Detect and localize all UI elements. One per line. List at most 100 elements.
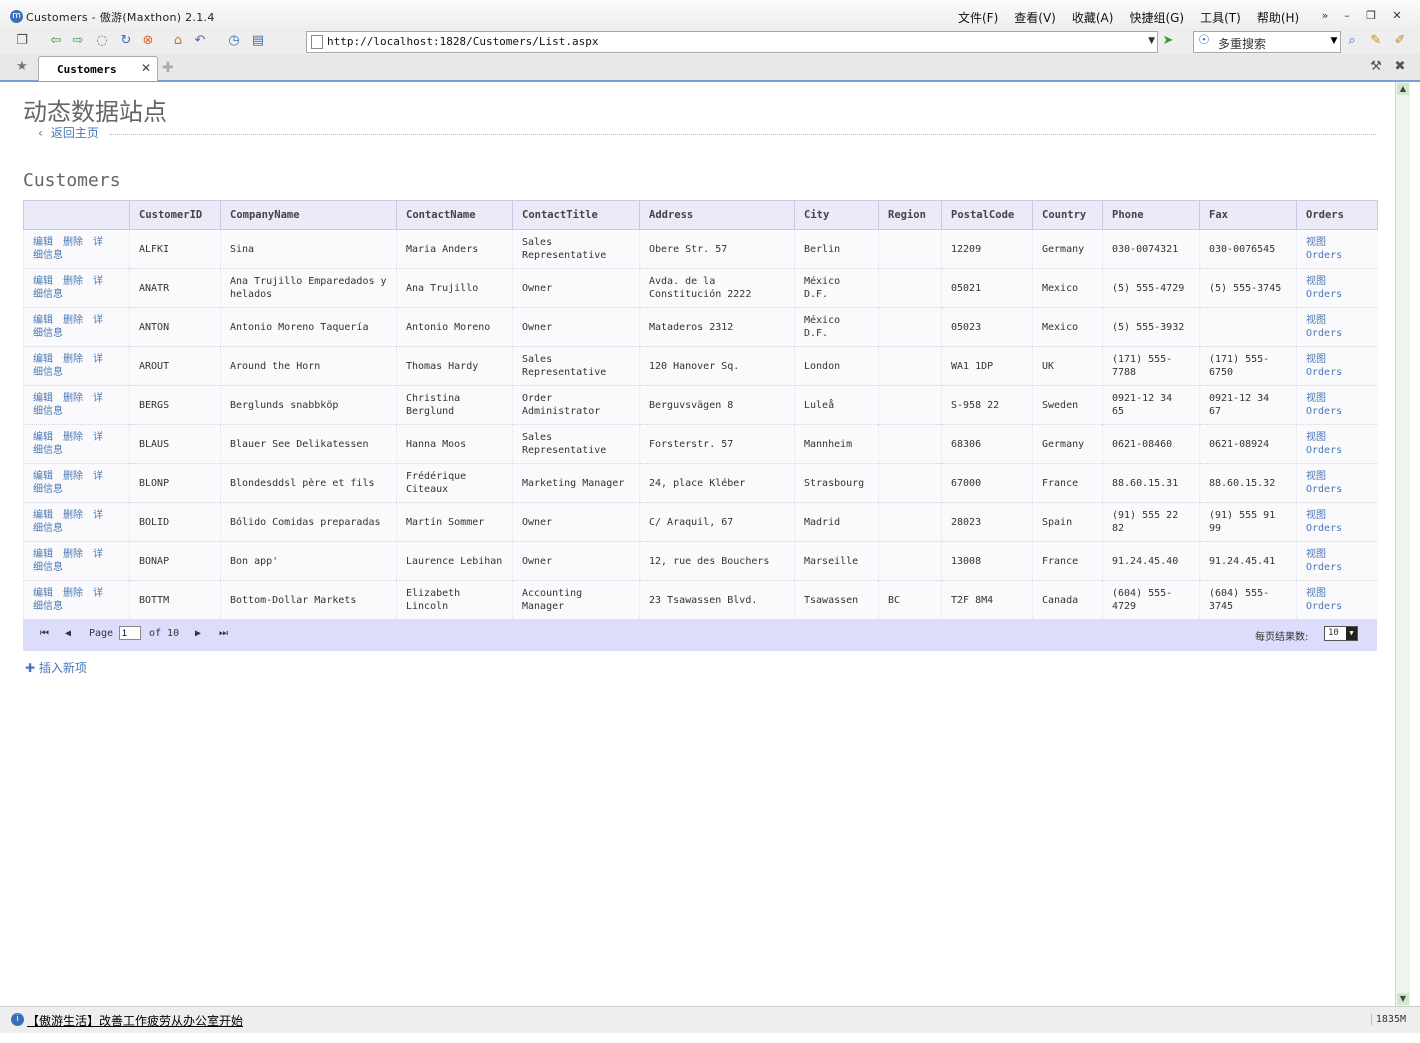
wrench-icon[interactable]: ⚒: [1368, 59, 1384, 75]
last-page-icon[interactable]: ⏭: [219, 628, 228, 639]
edit-link[interactable]: 编辑: [33, 588, 53, 599]
details-link-cont[interactable]: 细信息: [33, 367, 63, 378]
orders-link[interactable]: Orders: [1306, 288, 1369, 301]
page-size-select[interactable]: 10 ▼: [1324, 626, 1358, 641]
back-home-link[interactable]: ‹ 返回主页: [38, 124, 99, 141]
delete-link[interactable]: 删除: [63, 432, 83, 443]
sidebar-toggle-icon[interactable]: ▤: [250, 33, 266, 49]
orders-link[interactable]: Orders: [1306, 444, 1369, 457]
details-link[interactable]: 详: [93, 393, 103, 404]
close-all-icon[interactable]: ✖: [1392, 59, 1408, 75]
delete-link[interactable]: 删除: [63, 471, 83, 482]
column-header[interactable]: City: [794, 200, 879, 230]
close-window-icon[interactable]: ✕: [1388, 8, 1406, 24]
address-dropdown-icon[interactable]: ▼: [1148, 36, 1155, 46]
delete-link[interactable]: 删除: [63, 393, 83, 404]
view-orders-link[interactable]: 视图: [1306, 431, 1369, 444]
details-link-cont[interactable]: 细信息: [33, 445, 63, 456]
view-orders-link[interactable]: 视图: [1306, 236, 1369, 249]
status-news-link[interactable]: 【傲游生活】改善工作疲劳从办公室开始: [27, 1012, 243, 1029]
home-icon[interactable]: ⌂: [170, 33, 186, 49]
menu-favorites[interactable]: 收藏(A): [1072, 9, 1114, 26]
delete-link[interactable]: 删除: [63, 354, 83, 365]
orders-link[interactable]: Orders: [1306, 405, 1369, 418]
edit-link[interactable]: 编辑: [33, 393, 53, 404]
edit-link[interactable]: 编辑: [33, 471, 53, 482]
view-orders-link[interactable]: 视图: [1306, 392, 1369, 405]
restore-icon[interactable]: ❐: [1362, 8, 1380, 24]
minimize-icon[interactable]: –: [1338, 8, 1356, 24]
details-link-cont[interactable]: 细信息: [33, 523, 63, 534]
orders-link[interactable]: Orders: [1306, 327, 1369, 340]
details-link[interactable]: 详: [93, 510, 103, 521]
edit-link[interactable]: 编辑: [33, 549, 53, 560]
search-dropdown-icon[interactable]: ▼: [1326, 33, 1342, 49]
details-link[interactable]: 详: [93, 549, 103, 560]
delete-link[interactable]: 删除: [63, 315, 83, 326]
details-link-cont[interactable]: 细信息: [33, 328, 63, 339]
scroll-up-icon[interactable]: ▲: [1397, 83, 1409, 95]
close-tab-icon[interactable]: ✕: [141, 61, 151, 75]
delete-link[interactable]: 删除: [63, 588, 83, 599]
column-header[interactable]: Phone: [1102, 200, 1200, 230]
view-orders-link[interactable]: 视图: [1306, 275, 1369, 288]
view-orders-link[interactable]: 视图: [1306, 314, 1369, 327]
details-link[interactable]: 详: [93, 588, 103, 599]
details-link-cont[interactable]: 细信息: [33, 406, 63, 417]
menu-collapse-icon[interactable]: »: [1316, 8, 1334, 24]
delete-link[interactable]: 删除: [63, 237, 83, 248]
details-link[interactable]: 详: [93, 237, 103, 248]
menu-file[interactable]: 文件(F): [958, 9, 998, 26]
column-header[interactable]: CompanyName: [220, 200, 397, 230]
details-link-cont[interactable]: 细信息: [33, 484, 63, 495]
menu-tools[interactable]: 工具(T): [1200, 9, 1241, 26]
column-header[interactable]: Address: [639, 200, 795, 230]
new-page-icon[interactable]: ❐: [14, 33, 30, 49]
view-orders-link[interactable]: 视图: [1306, 509, 1369, 522]
search-engine-icon[interactable]: ☉: [1196, 33, 1212, 49]
orders-link[interactable]: Orders: [1306, 249, 1369, 262]
orders-link[interactable]: Orders: [1306, 366, 1369, 379]
edit-link[interactable]: 编辑: [33, 237, 53, 248]
back-icon[interactable]: ⇦: [48, 33, 64, 49]
column-header[interactable]: ContactTitle: [512, 200, 640, 230]
history-icon[interactable]: ◷: [226, 33, 242, 49]
details-link[interactable]: 详: [93, 315, 103, 326]
stop-icon[interactable]: ⊗: [140, 33, 156, 49]
delete-link[interactable]: 删除: [63, 276, 83, 287]
details-link[interactable]: 详: [93, 354, 103, 365]
column-header[interactable]: Orders: [1296, 200, 1378, 230]
refresh-icon[interactable]: ↻: [118, 33, 134, 49]
menu-groups[interactable]: 快捷组(G): [1129, 9, 1184, 26]
go-icon[interactable]: ➤: [1160, 33, 1176, 49]
address-input[interactable]: http://localhost:1828/Customers/List.asp…: [327, 35, 599, 48]
orders-link[interactable]: Orders: [1306, 483, 1369, 496]
edit-link[interactable]: 编辑: [33, 510, 53, 521]
highlight-icon[interactable]: ✎: [1368, 33, 1384, 49]
prev-page-icon[interactable]: ◀: [65, 628, 71, 639]
view-orders-link[interactable]: 视图: [1306, 470, 1369, 483]
clean-icon[interactable]: ✐: [1392, 33, 1408, 49]
edit-link[interactable]: 编辑: [33, 354, 53, 365]
tab-customers[interactable]: Customers ✕: [38, 56, 158, 81]
undo-close-icon[interactable]: ↶: [192, 33, 208, 49]
view-orders-link[interactable]: 视图: [1306, 353, 1369, 366]
column-header[interactable]: ContactName: [396, 200, 513, 230]
first-page-icon[interactable]: ⏮: [40, 628, 49, 639]
search-input[interactable]: 多重搜索: [1218, 35, 1266, 52]
view-orders-link[interactable]: 视图: [1306, 548, 1369, 561]
column-header[interactable]: PostalCode: [941, 200, 1033, 230]
insert-new-link[interactable]: ✚ 插入新项: [25, 659, 87, 676]
orders-link[interactable]: Orders: [1306, 561, 1369, 574]
orders-link[interactable]: Orders: [1306, 600, 1369, 613]
column-header[interactable]: Fax: [1199, 200, 1297, 230]
favorites-star-icon[interactable]: ★: [14, 59, 30, 75]
menu-help[interactable]: 帮助(H): [1257, 9, 1299, 26]
search-icon[interactable]: ⌕: [1344, 33, 1360, 49]
details-link-cont[interactable]: 细信息: [33, 250, 63, 261]
column-header[interactable]: Region: [878, 200, 942, 230]
chevron-down-icon[interactable]: ▼: [1346, 627, 1357, 640]
scroll-down-icon[interactable]: ▼: [1397, 993, 1409, 1005]
edit-link[interactable]: 编辑: [33, 276, 53, 287]
search-box[interactable]: ☉ 多重搜索 ▼: [1193, 31, 1341, 53]
